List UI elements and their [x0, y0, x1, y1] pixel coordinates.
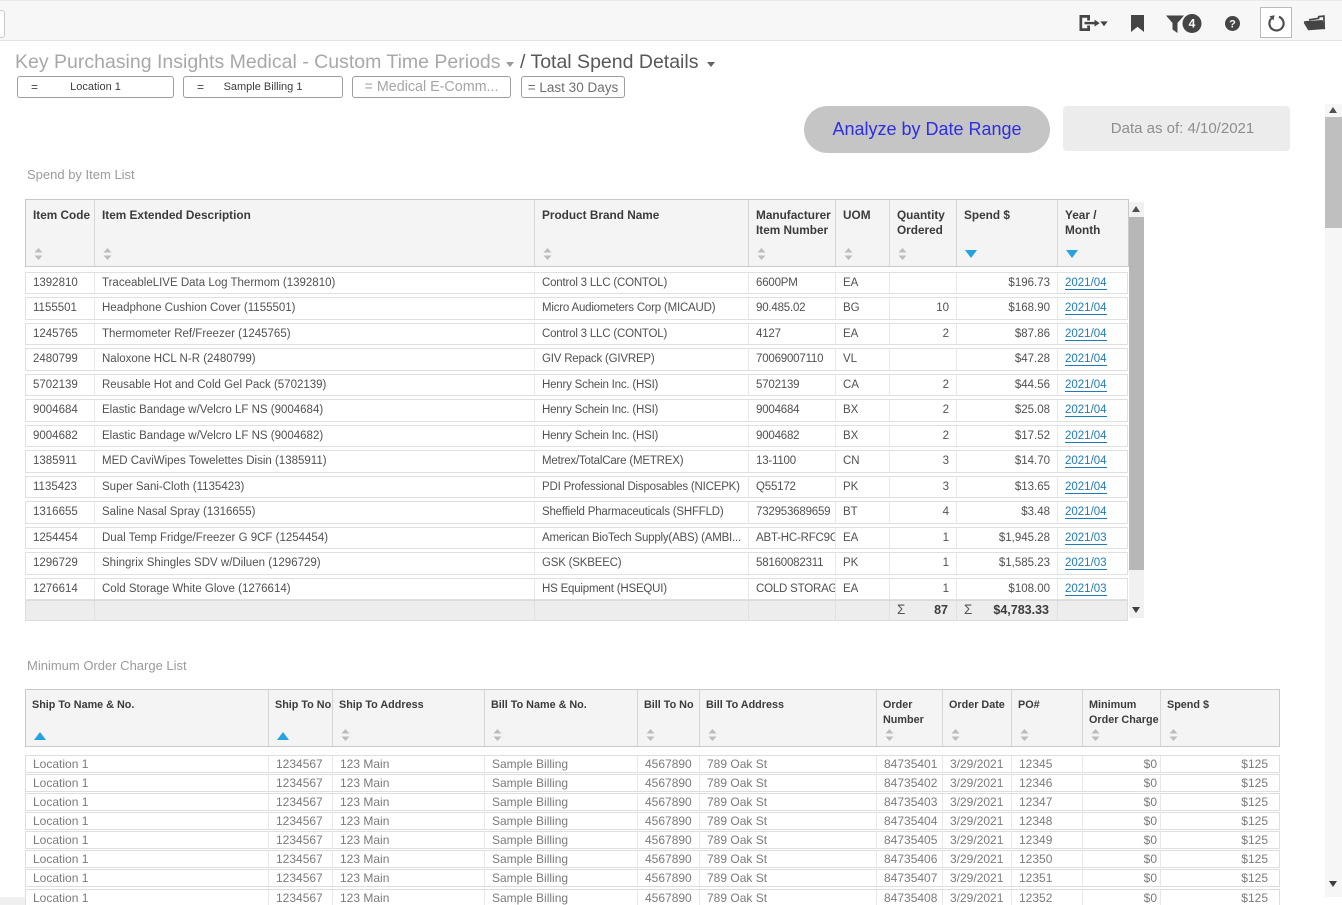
svg-text:?: ?: [1229, 19, 1236, 31]
svg-text:4: 4: [1189, 17, 1196, 31]
